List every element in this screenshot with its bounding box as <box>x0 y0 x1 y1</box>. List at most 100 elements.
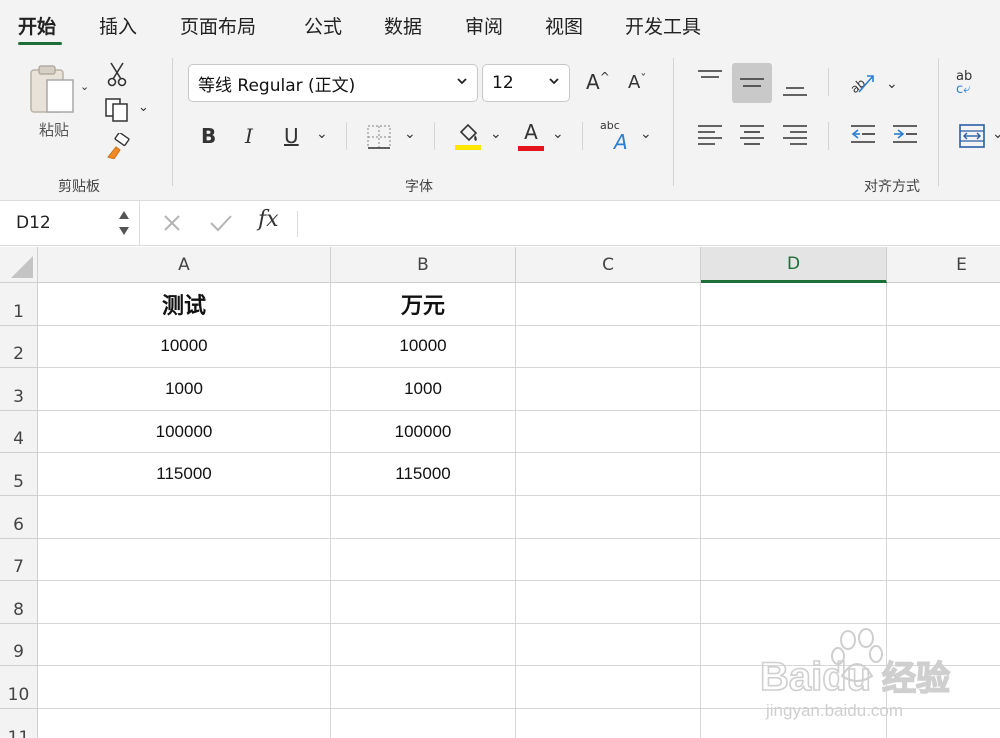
column-header-b[interactable]: B <box>331 247 516 283</box>
row-header-2[interactable]: 2 <box>0 325 38 369</box>
cell-d7[interactable] <box>701 538 887 582</box>
cell-d6[interactable] <box>701 496 887 539</box>
align-right-icon[interactable] <box>775 114 815 154</box>
formula-input[interactable] <box>300 201 1000 245</box>
cell-a5[interactable]: 115000 <box>38 453 331 496</box>
insert-function-button[interactable]: fx <box>258 207 279 232</box>
cell-e10[interactable] <box>887 666 1000 709</box>
row-header-6[interactable]: 6 <box>0 496 38 539</box>
row-header-11[interactable]: 11 <box>0 709 38 738</box>
align-bottom-icon[interactable] <box>775 68 815 108</box>
copy-options-chevron-icon[interactable]: ⌄ <box>138 100 149 115</box>
tab-page-layout[interactable]: 页面布局 <box>180 12 256 39</box>
cell-a7[interactable] <box>38 538 331 582</box>
copy-icon[interactable] <box>103 96 131 124</box>
tab-review[interactable]: 审阅 <box>465 12 503 39</box>
cell-c7[interactable] <box>516 538 701 582</box>
cell-e4[interactable] <box>887 411 1000 454</box>
cell-b5[interactable]: 115000 <box>331 453 516 496</box>
tab-developer[interactable]: 开发工具 <box>625 12 701 39</box>
enter-check-icon[interactable] <box>207 210 235 240</box>
cell-e6[interactable] <box>887 496 1000 539</box>
row-header-9[interactable]: 9 <box>0 623 38 667</box>
cell-c8[interactable] <box>516 581 701 624</box>
cell-b7[interactable] <box>331 538 516 582</box>
cell-d5[interactable] <box>701 453 887 496</box>
cell-d2[interactable] <box>701 325 887 369</box>
orientation-chevron-icon[interactable]: ⌄ <box>640 126 652 142</box>
underline-options-chevron-icon[interactable]: ⌄ <box>316 126 328 142</box>
cell-a4[interactable]: 100000 <box>38 410 331 454</box>
merge-center-icon[interactable] <box>958 122 986 150</box>
text-angle-icon[interactable]: ab <box>846 68 876 98</box>
row-header-3[interactable]: 3 <box>0 368 38 411</box>
cell-c9[interactable] <box>516 623 701 667</box>
cell-c6[interactable] <box>516 496 701 539</box>
decrease-indent-icon[interactable] <box>843 114 883 154</box>
format-painter-icon[interactable] <box>103 132 133 160</box>
cell-e2[interactable] <box>887 326 1000 369</box>
tab-home[interactable]: 开始 <box>18 12 56 39</box>
cell-e7[interactable] <box>887 539 1000 582</box>
cell-b2[interactable]: 10000 <box>331 325 516 369</box>
cell-e1[interactable] <box>887 283 1000 326</box>
cell-c5[interactable] <box>516 453 701 496</box>
cell-a1[interactable]: 测试 <box>38 283 331 326</box>
cell-d9[interactable] <box>701 623 887 667</box>
wrap-text-button[interactable]: ab c⤶ <box>956 68 986 98</box>
cell-d4[interactable] <box>701 410 887 454</box>
cell-c10[interactable] <box>516 666 701 709</box>
borders-options-chevron-icon[interactable]: ⌄ <box>404 126 416 142</box>
bold-button[interactable]: B <box>201 124 216 148</box>
cell-b6[interactable] <box>331 496 516 539</box>
cell-c11[interactable] <box>516 709 701 738</box>
tab-view[interactable]: 视图 <box>545 12 583 39</box>
cell-a3[interactable]: 1000 <box>38 368 331 411</box>
cell-e9[interactable] <box>887 624 1000 667</box>
font-color-button[interactable]: A <box>516 120 546 152</box>
row-header-4[interactable]: 4 <box>0 410 38 454</box>
paste-options-chevron-icon[interactable]: ⌄ <box>80 80 89 93</box>
cell-b9[interactable] <box>331 623 516 667</box>
column-header-c[interactable]: C <box>516 247 701 283</box>
column-header-e[interactable]: E <box>887 247 1000 283</box>
column-header-d[interactable]: D <box>701 247 887 283</box>
cut-scissors-icon[interactable] <box>104 60 130 88</box>
cell-d11[interactable] <box>701 709 887 738</box>
cell-e5[interactable] <box>887 453 1000 496</box>
cell-b1[interactable]: 万元 <box>331 283 516 326</box>
tab-insert[interactable]: 插入 <box>99 12 137 39</box>
cancel-x-icon[interactable] <box>160 210 184 240</box>
shrink-font-button[interactable]: Aˇ <box>628 72 646 93</box>
row-header-5[interactable]: 5 <box>0 453 38 496</box>
grow-font-button[interactable]: A^ <box>586 70 610 94</box>
align-center-icon[interactable] <box>732 114 772 154</box>
text-orientation-button[interactable]: abc A <box>600 120 634 153</box>
text-angle-chevron-icon[interactable]: ⌄ <box>886 76 898 92</box>
increase-indent-icon[interactable] <box>885 114 925 154</box>
align-left-icon[interactable] <box>690 114 730 154</box>
font-name-dropdown[interactable]: 等线 Regular (正文) <box>188 64 478 102</box>
fill-color-bucket-icon[interactable] <box>452 120 484 152</box>
fill-color-chevron-icon[interactable]: ⌄ <box>490 126 502 142</box>
cell-d3[interactable] <box>701 368 887 411</box>
tab-formulas[interactable]: 公式 <box>304 12 342 39</box>
cell-d10[interactable] <box>701 666 887 709</box>
cell-b8[interactable] <box>331 581 516 624</box>
cell-a2[interactable]: 10000 <box>38 325 331 369</box>
cell-c3[interactable] <box>516 368 701 411</box>
cell-d1[interactable] <box>701 283 887 326</box>
align-middle-icon[interactable] <box>732 63 772 103</box>
column-header-a[interactable]: A <box>38 247 331 283</box>
font-size-dropdown[interactable]: 12 <box>482 64 570 102</box>
merge-options-chevron-icon[interactable]: ⌄ <box>992 126 1000 142</box>
cell-d8[interactable] <box>701 581 887 624</box>
cell-b11[interactable] <box>331 709 516 738</box>
cell-e11[interactable] <box>887 709 1000 738</box>
cell-a9[interactable] <box>38 623 331 667</box>
tab-data[interactable]: 数据 <box>384 12 422 39</box>
name-box-stepper-icon[interactable] <box>117 207 131 239</box>
cell-a11[interactable] <box>38 709 331 738</box>
underline-button[interactable]: U <box>284 124 299 148</box>
cell-a10[interactable] <box>38 666 331 709</box>
